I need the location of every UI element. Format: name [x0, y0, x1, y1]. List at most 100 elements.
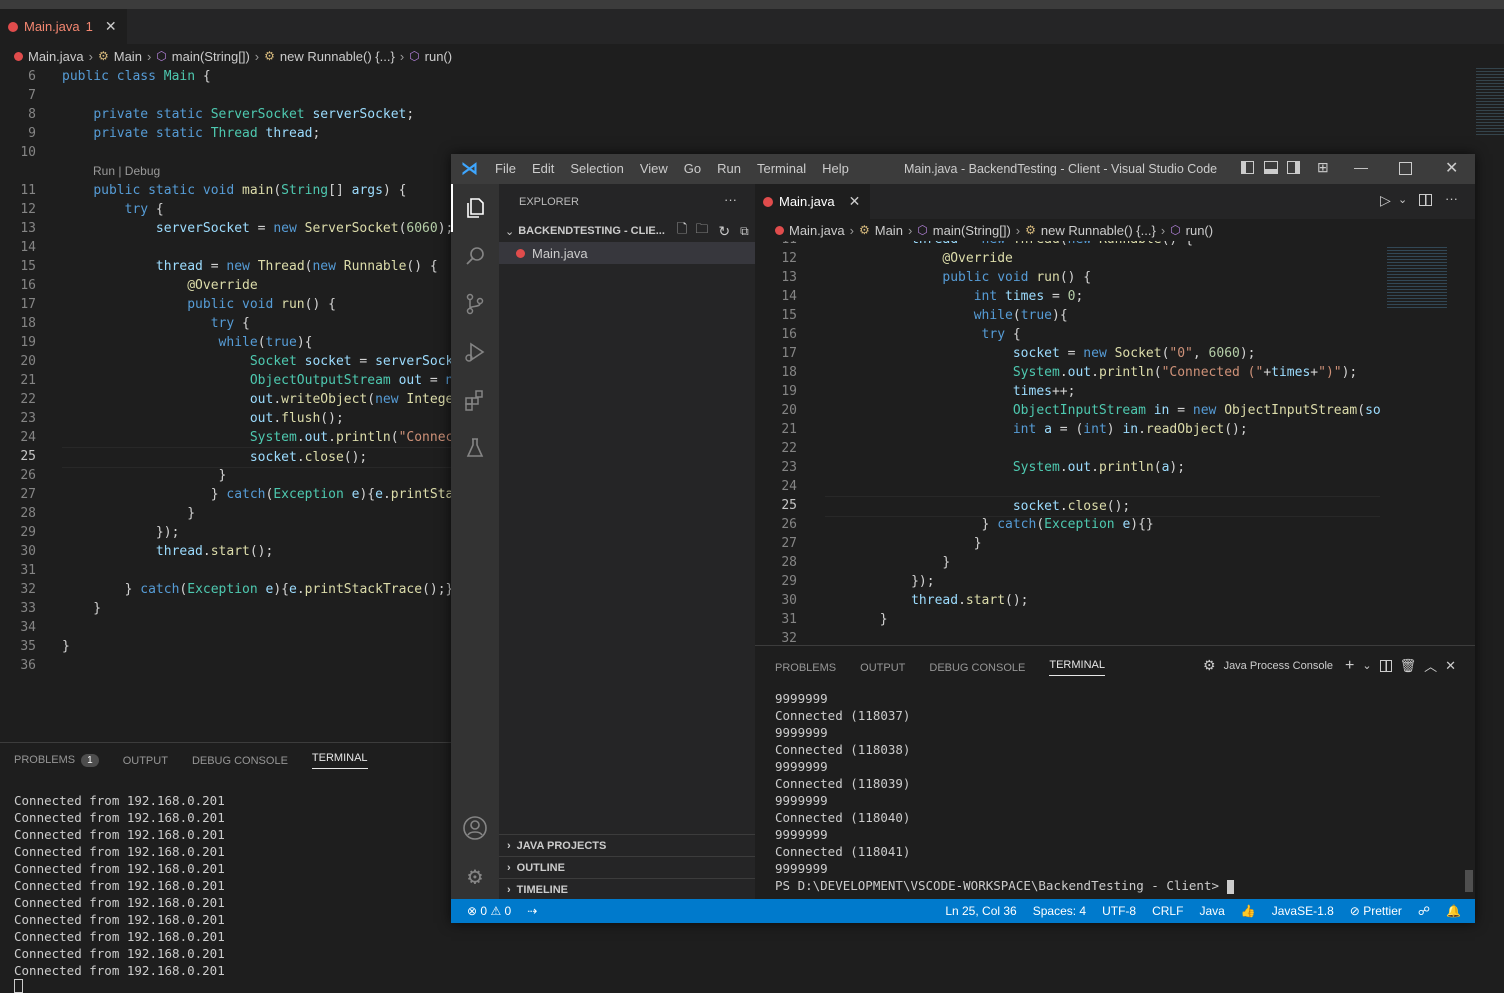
feedback-icon[interactable]: ☍	[1410, 904, 1438, 918]
trash-icon[interactable]: 🗑	[1400, 658, 1417, 674]
section-outline[interactable]: › OUTLINE	[499, 856, 755, 878]
code-line[interactable]: } catch(Exception e){e.printStackTrace()…	[62, 580, 451, 599]
maximize-icon[interactable]	[1399, 162, 1412, 175]
terminal-prompt[interactable]: PS D:\DEVELOPMENT\VSCODE-WORKSPACE\Backe…	[775, 877, 1234, 894]
more-actions-icon[interactable]: ···	[1445, 191, 1458, 206]
code-line[interactable]: ObjectOutputStream out = new	[62, 371, 451, 390]
chevron-down-icon[interactable]: ⌄	[1362, 659, 1371, 672]
front-terminal-output[interactable]: 9999999 Connected (118037) 9999999 Connecte…	[755, 690, 1465, 900]
code-line[interactable]: socket = new Socket("0", 6060);	[825, 344, 1256, 363]
section-timeline[interactable]: › TIMELINE	[499, 878, 755, 900]
back-tab-main-java[interactable]: Main.java 1 ✕	[0, 9, 127, 44]
code-line[interactable]: }	[825, 553, 950, 572]
code-line[interactable]: ObjectInputStream in = new ObjectInputSt…	[825, 401, 1380, 420]
code-line[interactable]: public void run() {	[62, 295, 336, 314]
code-line[interactable]: thread = new Thread(new Runnable() {	[825, 241, 1193, 249]
run-debug-icon[interactable]	[451, 328, 499, 376]
crumb-file[interactable]: Main.java	[28, 49, 84, 64]
front-tab-output[interactable]: OUTPUT	[860, 662, 905, 674]
thumbs-up-icon[interactable]: 👍	[1233, 904, 1264, 918]
close-panel-icon[interactable]: ✕	[1445, 658, 1456, 674]
code-line[interactable]: try {	[62, 314, 250, 333]
front-tab-debug-console[interactable]: DEBUG CONSOLE	[929, 662, 1025, 674]
crumb-class[interactable]: Main	[875, 223, 903, 238]
file-item-main-java[interactable]: Main.java	[499, 242, 755, 264]
menu-help[interactable]: Help	[814, 154, 857, 184]
encoding[interactable]: UTF-8	[1094, 904, 1144, 918]
explorer-icon[interactable]	[451, 184, 499, 232]
extensions-icon[interactable]	[451, 376, 499, 424]
live-share-icon[interactable]: ⇢	[519, 904, 545, 918]
crumb-file[interactable]: Main.java	[789, 223, 845, 238]
code-line[interactable]: }	[62, 504, 195, 523]
close-icon[interactable]: ✕	[849, 193, 861, 210]
code-line[interactable]: while(true){	[825, 306, 1068, 325]
back-tab-debug-console[interactable]: DEBUG CONSOLE	[192, 755, 288, 767]
java-runtime[interactable]: JavaSE-1.8	[1264, 904, 1342, 918]
code-line[interactable]: });	[825, 572, 935, 591]
code-line[interactable]: }	[62, 637, 70, 656]
code-line[interactable]: socket.close();	[825, 496, 1380, 517]
menu-file[interactable]: File	[487, 154, 524, 184]
code-line[interactable]: times++;	[825, 382, 1076, 401]
code-line[interactable]: thread = new Thread(new Runnable() {	[62, 257, 438, 276]
menu-view[interactable]: View	[632, 154, 676, 184]
section-java-projects[interactable]: › JAVA PROJECTS	[499, 834, 755, 856]
code-line[interactable]: public class Main {	[62, 67, 211, 86]
new-file-icon[interactable]: 🗋	[677, 220, 687, 242]
code-line[interactable]: try {	[62, 200, 164, 219]
minimize-icon[interactable]: —	[1354, 159, 1368, 175]
project-folder-header[interactable]: ⌄ BACKENDTESTING - CLIE... 🗋 🗀 ↻ ⧉	[499, 220, 755, 242]
menu-run[interactable]: Run	[709, 154, 749, 184]
search-icon[interactable]	[451, 232, 499, 280]
java-process-console[interactable]: Java Process Console	[1224, 660, 1333, 672]
window-close-icon[interactable]: ✕	[1445, 158, 1458, 178]
code-line[interactable]: public static void main(String[] args) {	[62, 181, 406, 200]
back-code-editor[interactable]: 6 public class Main {7 8 private static Se…	[0, 66, 451, 742]
close-icon[interactable]: ✕	[105, 18, 117, 35]
chevron-down-icon[interactable]: ⌄	[1398, 193, 1407, 206]
code-line[interactable]: Socket socket = serverSocket.accept();	[62, 352, 451, 371]
testing-icon[interactable]	[451, 424, 499, 472]
code-line[interactable]: } catch(Exception e){e.printStackTrace	[62, 485, 451, 504]
code-line[interactable]: System.out.println(a);	[825, 458, 1185, 477]
code-line[interactable]: thread.start();	[62, 542, 273, 561]
language-mode[interactable]: Java	[1191, 904, 1232, 918]
new-folder-icon[interactable]: 🗀	[695, 220, 708, 242]
menu-terminal[interactable]: Terminal	[749, 154, 814, 184]
crumb-class[interactable]: Main	[114, 49, 142, 64]
split-terminal-icon[interactable]	[1379, 659, 1392, 672]
indentation[interactable]: Spaces: 4	[1025, 904, 1094, 918]
line-ending[interactable]: CRLF	[1144, 904, 1191, 918]
terminal-scrollbar[interactable]	[1465, 870, 1473, 892]
code-line[interactable]: try {	[825, 325, 1021, 344]
code-line[interactable]: @Override	[825, 249, 1012, 268]
problems-status[interactable]: ⊗ 0 ⚠ 0	[459, 904, 519, 918]
toggle-sidebar-icon[interactable]	[1241, 161, 1254, 174]
prettier-status[interactable]: ⊘ Prettier	[1342, 904, 1410, 918]
menu-selection[interactable]: Selection	[562, 154, 631, 184]
crumb-run[interactable]: run()	[1186, 223, 1213, 238]
code-line[interactable]: public void run() {	[825, 268, 1091, 287]
code-line[interactable]: } catch(Exception e){}	[825, 515, 1154, 534]
run-play-icon[interactable]: ▷	[1380, 192, 1391, 209]
code-line[interactable]: }	[62, 466, 227, 485]
source-control-icon[interactable]	[451, 280, 499, 328]
cursor-position[interactable]: Ln 25, Col 36	[937, 904, 1024, 918]
collapse-all-icon[interactable]: ⧉	[740, 224, 749, 239]
front-tab-problems[interactable]: PROBLEMS	[775, 662, 836, 674]
add-terminal-icon[interactable]: +	[1345, 657, 1354, 675]
notifications-bell-icon[interactable]: 🔔	[1438, 904, 1469, 918]
crumb-anon[interactable]: new Runnable() {...}	[1041, 223, 1156, 238]
code-line[interactable]: private static Thread thread;	[62, 124, 320, 143]
back-tab-output[interactable]: OUTPUT	[123, 755, 168, 767]
code-line[interactable]: }	[825, 610, 888, 629]
menu-edit[interactable]: Edit	[524, 154, 562, 184]
code-line[interactable]: @Override	[62, 276, 257, 295]
code-line[interactable]: thread.start();	[825, 591, 1028, 610]
front-tab-terminal[interactable]: TERMINAL	[1049, 659, 1105, 676]
code-line[interactable]: System.out.println("Connected ("+times+"…	[825, 363, 1357, 382]
menu-go[interactable]: Go	[676, 154, 709, 184]
crumb-anon[interactable]: new Runnable() {...}	[280, 49, 395, 64]
code-line[interactable]: });	[62, 523, 180, 542]
